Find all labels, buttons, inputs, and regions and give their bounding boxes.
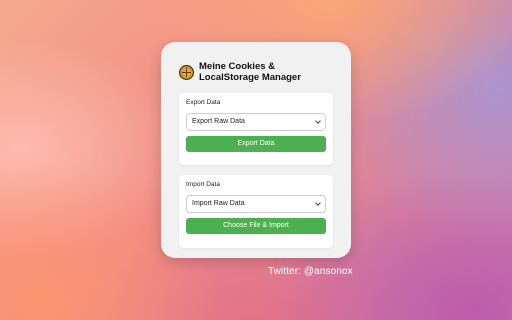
popup-header: Meine Cookies & LocalStorage Manager <box>179 58 333 86</box>
chevron-down-icon <box>315 200 321 206</box>
import-format-value: Import Raw Data <box>192 200 245 207</box>
import-format-select[interactable]: Import Raw Data <box>186 195 326 213</box>
export-data-button[interactable]: Export Data <box>186 136 326 152</box>
chevron-down-icon <box>315 118 321 124</box>
export-label: Export Data <box>186 99 221 106</box>
app-title: Meine Cookies & LocalStorage Manager <box>199 61 301 83</box>
import-card: Import Data Import Raw Data Choose File … <box>179 175 333 248</box>
app-logo-icon <box>179 64 194 80</box>
export-format-select[interactable]: Export Raw Data <box>186 113 326 131</box>
import-label: Import Data <box>186 181 220 188</box>
extension-popup: Meine Cookies & LocalStorage Manager Exp… <box>161 42 351 258</box>
choose-file-import-button[interactable]: Choose File & Import <box>186 218 326 234</box>
export-card: Export Data Export Raw Data Export Data <box>179 93 333 165</box>
export-format-value: Export Raw Data <box>192 118 245 125</box>
twitter-handle: Twitter: @ansonox <box>268 266 353 277</box>
